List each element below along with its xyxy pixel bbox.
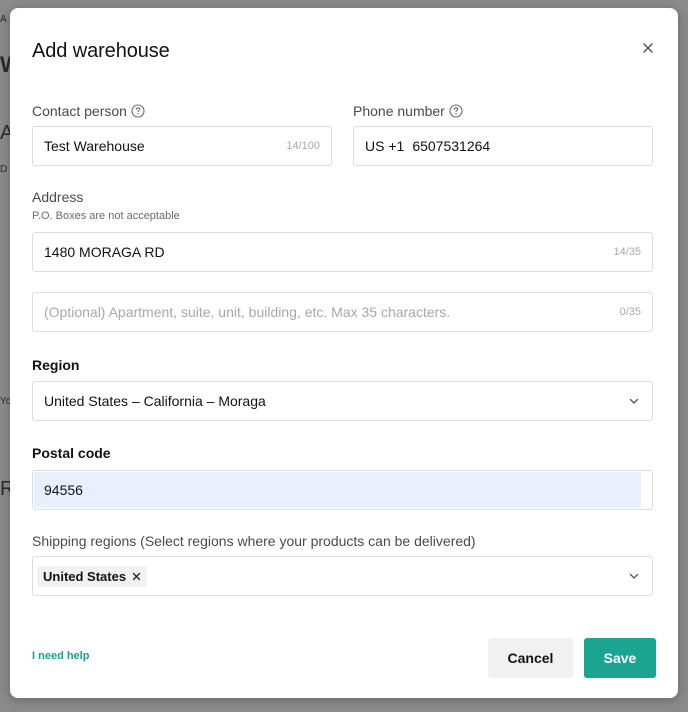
- address-line1-value: 1480 MORAGA RD: [44, 244, 165, 260]
- contact-person-label: Contact person: [32, 103, 127, 119]
- background-text: A: [0, 14, 7, 25]
- close-icon: [132, 572, 141, 580]
- shipping-regions-select[interactable]: United States: [32, 556, 653, 596]
- chevron-down-icon: [629, 573, 639, 579]
- address-line2-placeholder: (Optional) Apartment, suite, unit, build…: [44, 304, 451, 320]
- address-label: Address: [32, 189, 84, 205]
- phone-number-input[interactable]: US +1 6507531264: [353, 126, 653, 166]
- help-circle-icon[interactable]: [449, 104, 463, 121]
- save-button[interactable]: Save: [584, 638, 656, 678]
- close-icon: [643, 43, 653, 53]
- background-heading: Wa: [0, 52, 10, 78]
- background-text: R: [0, 478, 10, 500]
- background-text: A: [0, 122, 10, 144]
- close-button[interactable]: [638, 38, 658, 58]
- phone-number-label-group: Phone number: [353, 103, 463, 121]
- address-line2-input[interactable]: (Optional) Apartment, suite, unit, build…: [32, 292, 653, 332]
- address-line1-input[interactable]: 1480 MORAGA RD 14/35: [32, 232, 653, 272]
- shipping-region-tag: United States: [37, 565, 148, 587]
- contact-person-counter: 14/100: [286, 140, 320, 152]
- contact-person-value: Test Warehouse: [44, 138, 145, 154]
- address-line2-counter: 0/35: [619, 306, 641, 318]
- add-warehouse-dialog: Add warehouse Contact person Test Wareho…: [10, 8, 678, 698]
- help-circle-icon[interactable]: [131, 104, 145, 121]
- shipping-region-tag-label: United States: [43, 568, 127, 584]
- phone-country-code[interactable]: US +1: [365, 138, 404, 154]
- dialog-title: Add warehouse: [32, 40, 170, 62]
- region-label: Region: [32, 357, 80, 373]
- background-text: Yo: [0, 396, 10, 407]
- chevron-down-icon: [629, 398, 639, 404]
- postal-code-input[interactable]: 94556: [32, 470, 653, 510]
- shipping-regions-label: Shipping regions (Select regions where y…: [32, 533, 476, 549]
- postal-code-value: 94556: [44, 482, 83, 498]
- region-select[interactable]: United States – California – Moraga: [32, 381, 653, 421]
- background-text: D: [0, 164, 8, 175]
- cancel-button[interactable]: Cancel: [488, 638, 573, 678]
- region-value: United States – California – Moraga: [44, 393, 266, 409]
- phone-number-label: Phone number: [353, 103, 445, 119]
- help-link[interactable]: I need help: [32, 650, 89, 662]
- remove-tag-button[interactable]: [132, 572, 141, 581]
- phone-number-value: 6507531264: [412, 138, 491, 154]
- address-line1-counter: 14/35: [613, 246, 641, 258]
- postal-code-label: Postal code: [32, 445, 111, 461]
- contact-person-label-group: Contact person: [32, 103, 145, 121]
- contact-person-input[interactable]: Test Warehouse 14/100: [32, 126, 332, 166]
- address-note: P.O. Boxes are not acceptable: [32, 210, 180, 222]
